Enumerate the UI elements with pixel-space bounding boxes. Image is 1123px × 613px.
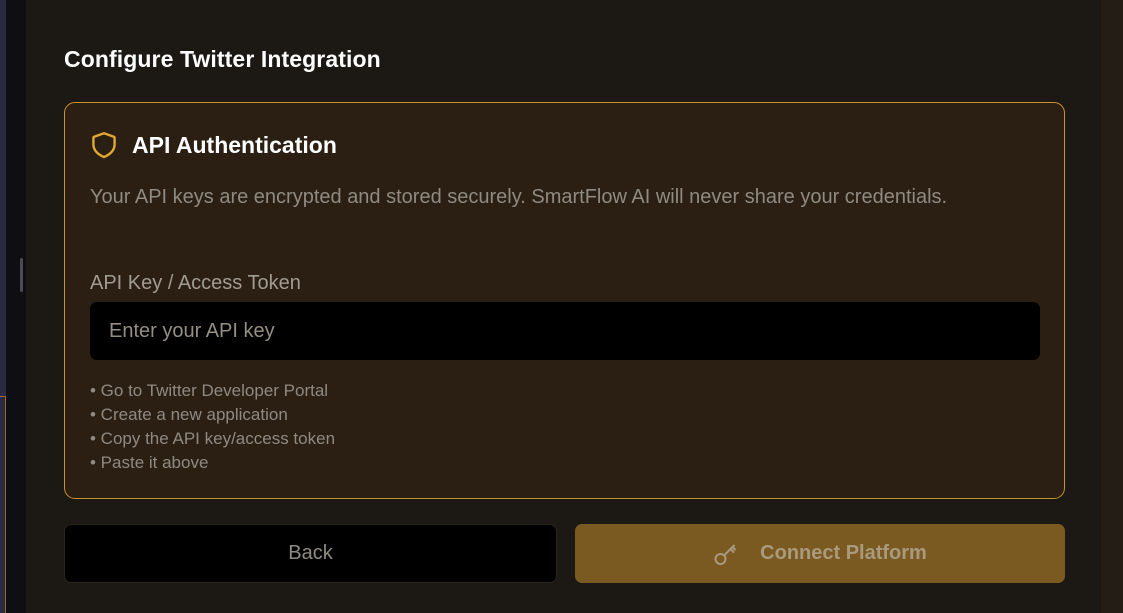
setup-step: • Copy the API key/access token (90, 429, 336, 448)
connect-button-label: Connect Platform (760, 542, 927, 564)
back-button[interactable]: Back (64, 524, 557, 583)
screen: Configure Twitter Integration API Authen… (0, 0, 1123, 613)
integration-modal: Configure Twitter Integration API Authen… (26, 0, 1102, 613)
modal-title: Configure Twitter Integration (64, 46, 381, 72)
api-key-label: API Key / Access Token (90, 272, 301, 294)
auth-description: Your API keys are encrypted and stored s… (90, 186, 948, 208)
connect-platform-button[interactable]: Connect Platform (575, 524, 1065, 583)
api-key-input[interactable] (90, 302, 1040, 360)
background-app-edge (0, 0, 26, 613)
scrollbar-thumb[interactable] (20, 258, 23, 292)
api-authentication-card: API Authentication Your API keys are enc… (64, 102, 1065, 499)
setup-step: • Paste it above (90, 453, 209, 472)
setup-steps-list: • Go to Twitter Developer Portal • Creat… (90, 379, 335, 475)
setup-step: • Create a new application (90, 405, 288, 424)
auth-card-header: API Authentication (91, 131, 337, 159)
auth-card-title: API Authentication (132, 131, 337, 158)
shield-icon (91, 131, 117, 159)
key-icon (713, 541, 739, 567)
background-card-outline (0, 396, 6, 613)
setup-step: • Go to Twitter Developer Portal (90, 381, 329, 400)
background-app-edge-right (1101, 0, 1123, 613)
